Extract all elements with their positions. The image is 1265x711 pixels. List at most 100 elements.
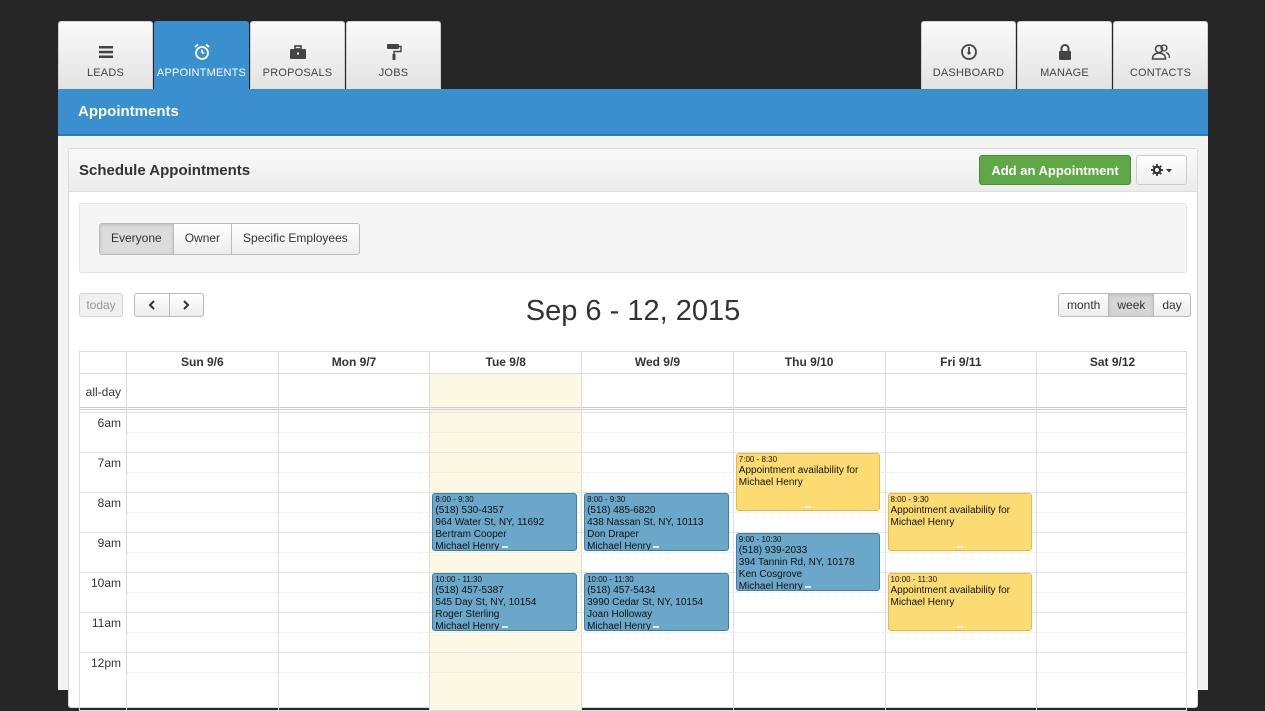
briefcase-icon — [251, 42, 344, 62]
day-column-divider — [884, 373, 886, 710]
top-nav: LEADS APPOINTMENTS PROPOSALS JOBS DASHBOARD M… — [58, 21, 1208, 89]
day-header: Fri 9/11 — [884, 352, 1037, 373]
hour-label: 7am — [97, 456, 121, 470]
view-week-button[interactable]: week — [1109, 294, 1155, 316]
filter-box: Everyone Owner Specific Employees — [79, 203, 1187, 273]
nav-tab-proposals[interactable]: PROPOSALS — [250, 21, 345, 89]
view-day-button[interactable]: day — [1154, 294, 1189, 316]
event-time: 10:00 - 11:30 — [890, 575, 938, 584]
day-header: Thu 9/10 — [732, 352, 885, 373]
nav-tab-label: JOBS — [378, 67, 409, 79]
half-hour-line — [126, 672, 1186, 673]
event-detail-line: 3990 Cedar St, NY, 10154 — [587, 597, 704, 608]
calendar-event[interactable]: 10:00 - 11:30 (518) 457-5387 545 Day St, N… — [432, 573, 578, 631]
event-detail-line: (518) 457-5434 — [587, 585, 656, 596]
day-column-divider — [126, 373, 127, 710]
event-detail-line: Appointment availability for Michael Hen… — [890, 505, 1011, 528]
day-column-divider — [277, 373, 279, 710]
day-header: Sun 9/6 — [126, 352, 278, 373]
calendar-event[interactable]: 10:00 - 11:30 Appointment availability fo… — [887, 573, 1033, 631]
event-time: 10:00 - 11:30 — [587, 575, 634, 584]
calendar-event[interactable]: 8:00 - 9:30 (518) 530-4357 964 Water St, N… — [432, 493, 578, 551]
event-detail-line: Ken Cosgrove — [738, 569, 803, 580]
add-appointment-button[interactable]: Add an Appointment — [979, 155, 1131, 185]
event-detail-line: 545 Day St, NY, 10154 — [435, 597, 537, 608]
hour-label: 8am — [97, 496, 121, 510]
nav-tab-contacts[interactable]: CONTACTS — [1113, 21, 1208, 89]
hour-label: 9am — [97, 536, 121, 550]
event-time: 8:00 - 9:30 — [587, 495, 626, 504]
day-column-divider — [429, 373, 431, 710]
nav-tab-jobs[interactable]: JOBS — [346, 21, 441, 89]
caret-down-icon — [1165, 169, 1172, 173]
main-content: Schedule Appointments Add an Appointment — [58, 136, 1208, 711]
filter-everyone[interactable]: Everyone — [100, 224, 174, 254]
hour-label: 11am — [91, 616, 121, 630]
event-detail-line: (518) 939-2033 — [738, 545, 808, 556]
view-month-button[interactable]: month — [1059, 294, 1110, 316]
hour-label: 12pm — [90, 656, 121, 670]
event-time: 8:00 - 9:30 — [435, 495, 474, 504]
day-header: Sat 9/12 — [1036, 352, 1186, 373]
resize-handle[interactable] — [653, 546, 660, 548]
week-grid: Sun 9/6 Mon 9/7 Tue 9/8 Wed 9/9 Thu 9/10 Fri … — [79, 351, 1187, 711]
event-time: 8:00 - 9:30 — [890, 495, 929, 504]
filter-owner[interactable]: Owner — [174, 224, 233, 254]
list-icon — [59, 42, 152, 62]
resize-handle[interactable] — [805, 586, 812, 588]
event-time: 10:00 - 11:30 — [435, 575, 482, 584]
all-day-label: all-day — [85, 385, 121, 399]
calendar-event[interactable]: 7:00 - 8:30 Appointment availability for … — [735, 453, 881, 511]
nav-tab-manage[interactable]: MANAGE — [1017, 21, 1112, 89]
event-detail-line: Roger Sterling — [435, 609, 500, 620]
calendar-event[interactable]: 10:00 - 11:30 (518) 457-5434 3990 Cedar St… — [584, 573, 729, 631]
nav-tab-label: DASHBOARD — [932, 67, 1005, 79]
hour-label: 6am — [97, 416, 121, 430]
resize-handle[interactable] — [805, 506, 812, 508]
nav-tab-dashboard[interactable]: DASHBOARD — [921, 21, 1016, 89]
resize-handle[interactable] — [501, 546, 508, 548]
section-title: Appointments — [78, 103, 179, 120]
calendar-event[interactable]: 8:00 - 9:30 (518) 485-6820 438 Nassan St, … — [584, 493, 729, 551]
nav-tab-label: MANAGE — [1040, 67, 1089, 79]
day-header: Mon 9/7 — [277, 352, 430, 373]
day-header: Wed 9/9 — [581, 352, 733, 373]
calendar-event[interactable]: 8:00 - 9:30 Appointment availability for … — [887, 493, 1033, 551]
calendar-event[interactable]: 9:00 - 10:30 (518) 939-2033 394 Tannin Rd,… — [735, 533, 881, 591]
schedule-panel: Schedule Appointments Add an Appointment — [68, 148, 1198, 711]
resize-handle[interactable] — [956, 546, 963, 548]
owner-filter-group: Everyone Owner Specific Employees — [99, 223, 360, 255]
nav-tab-label: LEADS — [86, 67, 125, 79]
resize-handle[interactable] — [653, 626, 660, 628]
resize-handle[interactable] — [956, 626, 963, 628]
event-detail-line: (518) 485-6820 — [587, 505, 656, 516]
half-hour-line — [126, 632, 1186, 633]
panel-title: Schedule Appointments — [79, 162, 251, 179]
event-detail-line: (518) 457-5387 — [435, 585, 504, 596]
paint-roller-icon — [347, 42, 440, 62]
half-hour-line — [126, 552, 1186, 553]
day-column-divider — [1036, 373, 1038, 710]
hour-line — [80, 652, 1186, 653]
nav-tab-leads[interactable]: LEADS — [58, 21, 153, 89]
nav-tab-appointments[interactable]: APPOINTMENTS — [154, 21, 249, 89]
view-switcher: month week day — [1058, 293, 1191, 317]
calendar-range-title: Sep 6 - 12, 2015 — [525, 295, 741, 327]
nav-tab-label: PROPOSALS — [262, 67, 333, 79]
hour-line — [80, 412, 1186, 413]
resize-handle[interactable] — [501, 626, 508, 628]
day-column-divider — [732, 373, 734, 710]
half-hour-line — [126, 432, 1186, 433]
users-icon — [1114, 42, 1207, 62]
gauge-icon — [922, 42, 1015, 62]
hour-label: 10am — [90, 576, 121, 590]
filter-specific-employees[interactable]: Specific Employees — [232, 224, 359, 254]
event-detail-line: Appointment availability for Michael Hen… — [890, 585, 1011, 608]
event-detail-line: Bertram Cooper — [435, 529, 507, 540]
event-detail-line: Appointment availability for Michael Hen… — [738, 465, 859, 488]
alarm-clock-icon — [155, 42, 248, 62]
panel-header: Schedule Appointments Add an Appointment — [69, 149, 1197, 192]
settings-dropdown-button[interactable] — [1136, 155, 1187, 185]
half-hour-line — [126, 472, 1186, 473]
section-banner: Appointments — [58, 89, 1208, 136]
